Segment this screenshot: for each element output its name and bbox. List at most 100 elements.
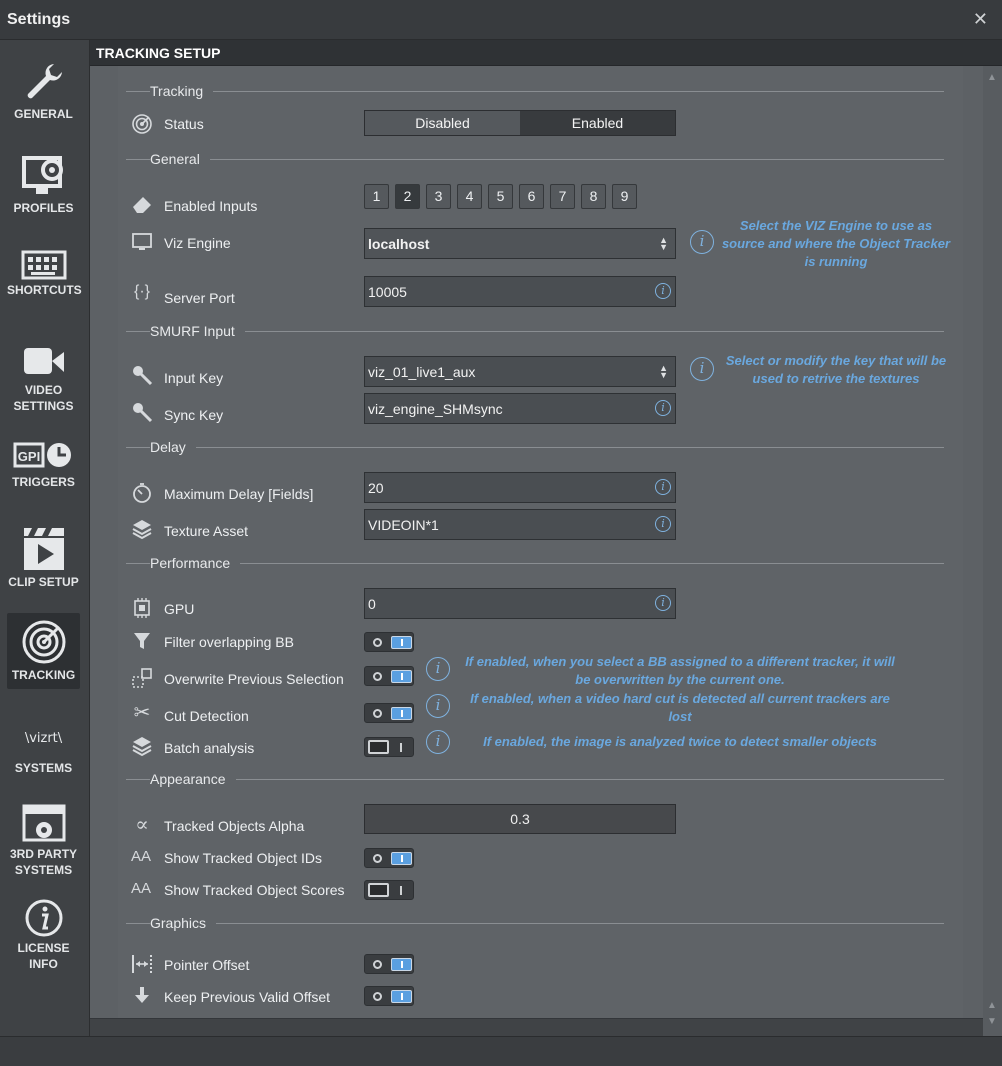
- overwrite-label: Overwrite Previous Selection: [164, 671, 344, 687]
- info-icon[interactable]: i: [426, 730, 450, 754]
- status-enabled-option[interactable]: Enabled: [520, 111, 675, 135]
- input-button-7[interactable]: 7: [550, 184, 575, 209]
- info-icon: [25, 899, 62, 937]
- gpu-field[interactable]: 0 i: [364, 588, 676, 619]
- alpha-label: Tracked Objects Alpha: [164, 818, 305, 834]
- viz-engine-label: Viz Engine: [164, 235, 231, 251]
- cut-detection-toggle[interactable]: [364, 703, 414, 723]
- sidebar-item-label: TRIGGERS: [12, 475, 75, 489]
- filter-bb-toggle[interactable]: [364, 632, 414, 652]
- gpi-clock-icon: GPI: [13, 442, 71, 468]
- section-title: Performance: [150, 555, 241, 571]
- sync-key-value: viz_engine_SHMsync: [368, 401, 503, 417]
- vertical-scrollbar[interactable]: ▲ ▲ ▼: [983, 66, 1002, 1036]
- selection-icon: [132, 668, 152, 688]
- show-scores-toggle[interactable]: [364, 880, 414, 900]
- key-icon: [133, 403, 153, 423]
- input-button-8[interactable]: 8: [581, 184, 606, 209]
- texture-asset-value: VIDEOIN*1: [368, 517, 439, 533]
- scroll-up-icon[interactable]: ▲: [987, 72, 997, 83]
- input-key-label: Input Key: [164, 370, 224, 386]
- section-title: General: [150, 151, 210, 167]
- section-appearance: Appearance: [126, 771, 944, 787]
- show-ids-toggle[interactable]: [364, 848, 414, 868]
- filter-icon: [134, 633, 150, 649]
- braces-icon: {·}: [133, 283, 150, 300]
- sidebar-item-license-info[interactable]: LICENSE INFO: [7, 898, 80, 971]
- sidebar-item-video-settings[interactable]: VIDEO SETTINGS: [7, 340, 80, 413]
- scroll-down-icon[interactable]: ▼: [987, 1016, 997, 1027]
- server-port-field[interactable]: 10005 i: [364, 276, 676, 307]
- sidebar-item-shortcuts[interactable]: SHORTCUTS: [7, 250, 82, 306]
- info-icon[interactable]: i: [655, 400, 671, 416]
- sidebar-item-clip-setup[interactable]: CLIP SETUP: [7, 526, 80, 596]
- sidebar-item-label: VIDEO SETTINGS: [13, 383, 74, 413]
- section-title: Appearance: [150, 771, 236, 787]
- eraser-icon: [133, 197, 151, 213]
- section-title: Delay: [150, 439, 196, 455]
- sidebar-item-label: 3RD PARTY SYSTEMS: [9, 847, 78, 877]
- max-delay-value: 20: [368, 480, 384, 496]
- input-button-4[interactable]: 4: [457, 184, 482, 209]
- input-button-6[interactable]: 6: [519, 184, 544, 209]
- scroll-up-icon[interactable]: ▲: [987, 1000, 997, 1011]
- texture-asset-label: Texture Asset: [164, 523, 249, 539]
- server-port-label: Server Port: [164, 290, 235, 306]
- timer-icon: [133, 483, 151, 503]
- page-title: TRACKING SETUP: [96, 45, 221, 61]
- sidebar-item-systems[interactable]: \vizrt\ SYSTEMS: [7, 728, 80, 778]
- sidebar-item-tracking[interactable]: TRACKING: [7, 613, 80, 689]
- status-disabled-option[interactable]: Disabled: [365, 111, 520, 135]
- sidebar-item-triggers[interactable]: GPI TRIGGERS: [7, 440, 80, 496]
- info-icon[interactable]: i: [690, 357, 714, 381]
- alpha-slider[interactable]: 0.3: [364, 804, 676, 834]
- info-icon[interactable]: i: [655, 283, 671, 299]
- alpha-icon: ∝: [135, 812, 149, 836]
- svg-text:GPI: GPI: [17, 449, 39, 464]
- close-icon[interactable]: ✕: [973, 9, 988, 30]
- overwrite-toggle[interactable]: [364, 666, 414, 686]
- max-delay-field[interactable]: 20 i: [364, 472, 676, 503]
- bottom-bar: [0, 1036, 1002, 1066]
- batch-analysis-toggle[interactable]: [364, 737, 414, 757]
- cut-detection-help-text: If enabled, when a video hard cut is det…: [470, 691, 890, 724]
- scissors-icon: ✂: [133, 702, 151, 724]
- section-tracking: Tracking: [126, 83, 944, 99]
- select-caret-icon: ▲ ▼: [659, 363, 668, 380]
- sync-key-field[interactable]: viz_engine_SHMsync i: [364, 393, 676, 424]
- browser-gear-icon: [22, 804, 65, 842]
- input-key-select[interactable]: viz_01_live1_aux ▲ ▼: [364, 356, 676, 387]
- status-label: Status: [164, 116, 204, 132]
- overwrite-help-text: If enabled, when you select a BB assigne…: [465, 654, 895, 687]
- viz-engine-select[interactable]: localhost ▲ ▼: [364, 228, 676, 259]
- keep-offset-toggle[interactable]: [364, 986, 414, 1006]
- vizrt-logo-icon: \vizrt\: [24, 731, 63, 746]
- info-icon[interactable]: i: [655, 595, 671, 611]
- pointer-offset-toggle[interactable]: [364, 954, 414, 974]
- input-key-help-text: Select or modify the key that will be us…: [725, 353, 947, 386]
- sidebar: GENERAL PROFILES SHORTCUTS VIDEO SETTING…: [0, 40, 90, 1036]
- texture-asset-field[interactable]: VIDEOIN*1 i: [364, 509, 676, 540]
- section-delay: Delay: [126, 439, 944, 455]
- info-icon[interactable]: i: [655, 516, 671, 532]
- sidebar-item-general[interactable]: GENERAL: [7, 60, 80, 130]
- section-performance: Performance: [126, 555, 944, 571]
- info-icon[interactable]: i: [655, 479, 671, 495]
- input-button-9[interactable]: 9: [612, 184, 637, 209]
- info-icon[interactable]: i: [426, 694, 450, 718]
- show-scores-label: Show Tracked Object Scores: [164, 882, 345, 898]
- section-title: SMURF Input: [150, 323, 245, 339]
- monitor-gear-icon: [21, 156, 63, 194]
- sidebar-item-label: TRACKING: [11, 668, 76, 682]
- input-button-3[interactable]: 3: [426, 184, 451, 209]
- info-icon[interactable]: i: [690, 230, 714, 254]
- batch-analysis-help-text: If enabled, the image is analyzed twice …: [483, 734, 877, 749]
- input-button-5[interactable]: 5: [488, 184, 513, 209]
- sidebar-item-3rd-party-systems[interactable]: 3RD PARTY SYSTEMS: [7, 804, 80, 877]
- info-icon[interactable]: i: [426, 657, 450, 681]
- show-ids-label: Show Tracked Object IDs: [164, 850, 322, 866]
- input-button-2[interactable]: 2: [395, 184, 420, 209]
- input-button-1[interactable]: 1: [364, 184, 389, 209]
- sidebar-item-profiles[interactable]: PROFILES: [7, 154, 80, 220]
- section-graphics: Graphics: [126, 915, 944, 931]
